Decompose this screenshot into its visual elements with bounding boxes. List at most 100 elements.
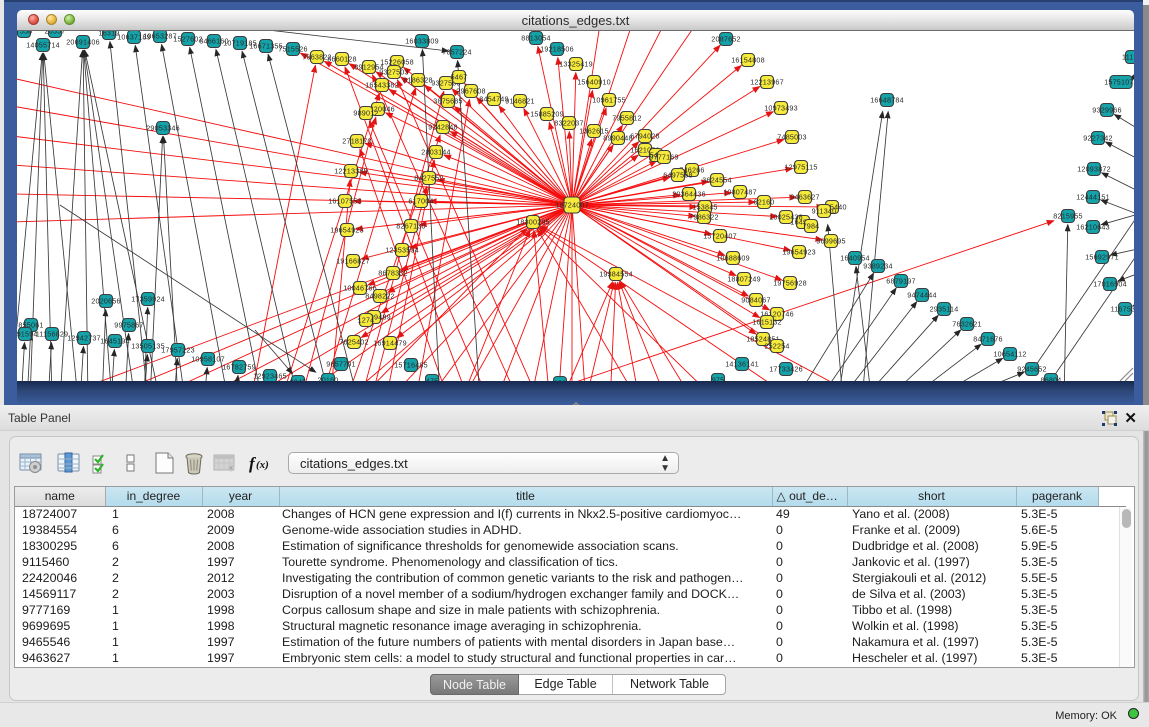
svg-text:10653287: 10653287: [143, 32, 177, 41]
svg-text:16543382: 16543382: [365, 81, 399, 90]
svg-text:15720407: 15720407: [703, 232, 737, 241]
svg-text:10688609: 10688609: [716, 254, 750, 263]
svg-text:12213389: 12213389: [334, 167, 368, 176]
svg-text:16782759: 16782759: [222, 363, 256, 372]
svg-text:12093872: 12093872: [1077, 165, 1111, 174]
svg-text:2718170: 2718170: [342, 137, 371, 146]
svg-text:8454749: 8454749: [479, 95, 508, 104]
svg-text:15716485: 15716485: [394, 361, 428, 370]
svg-text:7485003: 7485003: [777, 133, 806, 142]
svg-text:10958107: 10958107: [191, 355, 225, 364]
svg-text:16648784: 16648784: [870, 96, 904, 105]
svg-text:8990448: 8990448: [603, 134, 632, 143]
svg-text:10961755: 10961755: [592, 96, 626, 105]
svg-text:12353594: 12353594: [385, 246, 419, 255]
svg-text:252254: 252254: [764, 342, 789, 351]
svg-text:16914479: 16914479: [373, 339, 407, 348]
svg-text:20691406: 20691406: [66, 38, 100, 47]
svg-text:18724007: 18724007: [555, 201, 589, 210]
svg-text:1645194: 1645194: [100, 337, 129, 346]
svg-text:19384554: 19384554: [599, 270, 633, 279]
svg-text:989012: 989012: [353, 109, 378, 118]
svg-text:9329966: 9329966: [1092, 106, 1121, 115]
svg-text:9463627: 9463627: [790, 193, 819, 202]
svg-text:8186328: 8186328: [403, 76, 432, 85]
svg-text:8267130: 8267130: [396, 222, 425, 231]
svg-text:8813054: 8813054: [521, 34, 550, 43]
svg-text:8215955: 8215955: [1053, 212, 1082, 221]
svg-text:9084067: 9084067: [741, 296, 770, 305]
svg-text:12213967: 12213967: [750, 78, 784, 87]
svg-text:1167533: 1167533: [1111, 305, 1134, 314]
svg-text:8471676: 8471676: [973, 335, 1002, 344]
svg-text:9389234: 9389234: [863, 262, 892, 271]
svg-text:1615132: 1615132: [752, 318, 781, 327]
svg-text:8660128: 8660128: [327, 55, 356, 64]
svg-text:11172: 11172: [1122, 53, 1134, 62]
svg-text:15640910: 15640910: [577, 78, 611, 87]
svg-text:12444151: 12444151: [1076, 193, 1110, 202]
svg-text:10654112: 10654112: [993, 350, 1026, 359]
svg-text:(x): (x): [256, 459, 269, 471]
svg-text:391594: 391594: [17, 330, 38, 339]
svg-text:16033809: 16033809: [405, 37, 439, 46]
svg-text:3875685: 3875685: [433, 97, 462, 106]
svg-text:16210643: 16210643: [1076, 223, 1110, 232]
svg-text:15692971: 15692971: [1085, 253, 1119, 262]
svg-text:7632621: 7632621: [952, 320, 981, 329]
svg-text:9245652: 9245652: [1017, 365, 1046, 374]
svg-text:9474444: 9474444: [907, 291, 936, 300]
svg-text:3624554: 3624554: [702, 176, 731, 185]
svg-text:2020656: 2020656: [91, 297, 120, 306]
svg-text:19218506: 19218506: [540, 45, 574, 54]
svg-text:7984: 7984: [803, 222, 820, 231]
svg-text:16107553: 16107553: [328, 197, 362, 206]
svg-text:5467: 5467: [451, 73, 468, 82]
svg-text:19756928: 19756928: [773, 279, 807, 288]
svg-text:17016504: 17016504: [1093, 280, 1127, 289]
svg-text:12975115: 12975115: [784, 163, 817, 172]
svg-text:7558: 7558: [17, 31, 32, 36]
svg-text:7625402: 7625402: [339, 338, 368, 347]
svg-text:19654923: 19654923: [782, 248, 816, 257]
svg-text:2087652: 2087652: [711, 35, 740, 44]
svg-text:6794028: 6794028: [630, 132, 659, 141]
svg-text:17359924: 17359924: [131, 295, 165, 304]
svg-text:9699695: 9699695: [816, 237, 845, 246]
svg-text:11156829: 11156829: [36, 330, 69, 339]
svg-text:9227342: 9227342: [1083, 134, 1112, 143]
svg-text:19166827: 19166827: [336, 257, 370, 266]
svg-text:29053346: 29053346: [146, 124, 180, 133]
svg-text:8427552: 8427552: [414, 174, 443, 183]
svg-text:9146821: 9146821: [505, 97, 534, 106]
svg-text:16154808: 16154808: [731, 56, 765, 65]
svg-text:13505135: 13505135: [131, 342, 165, 351]
svg-text:12942737: 12942737: [67, 334, 101, 343]
svg-text:911340: 911340: [812, 207, 837, 216]
svg-text:20557: 20557: [45, 31, 66, 36]
svg-text:9777169: 9777169: [649, 153, 678, 162]
svg-text:1274: 1274: [358, 316, 375, 325]
svg-text:15751074: 15751074: [1104, 78, 1134, 87]
svg-text:8498222: 8498222: [365, 292, 394, 301]
svg-text:17733426: 17733426: [769, 365, 803, 374]
svg-text:13325419: 13325419: [559, 60, 593, 69]
svg-text:2935114: 2935114: [930, 305, 959, 314]
svg-text:1527602: 1527602: [173, 35, 202, 44]
svg-text:6497568: 6497568: [663, 171, 692, 180]
svg-text:6879197: 6879197: [886, 277, 915, 286]
svg-text:7955812: 7955812: [612, 114, 641, 123]
svg-text:10807487: 10807487: [723, 188, 757, 197]
svg-text:617004: 617004: [408, 197, 433, 206]
svg-text:7986322: 7986322: [689, 213, 718, 222]
svg-text:2803144: 2803144: [421, 148, 450, 157]
svg-text:19654923: 19654923: [330, 226, 364, 235]
svg-text:12923465: 12923465: [253, 372, 287, 381]
svg-text:62160: 62160: [754, 198, 775, 207]
svg-text:9242848: 9242848: [428, 123, 457, 132]
svg-text:8678332: 8678332: [378, 269, 407, 278]
svg-text:10973493: 10973493: [764, 104, 798, 113]
svg-text:17957223: 17957223: [161, 346, 195, 355]
svg-text:9657791: 9657791: [326, 360, 355, 369]
svg-text:9975867: 9975867: [114, 321, 143, 330]
